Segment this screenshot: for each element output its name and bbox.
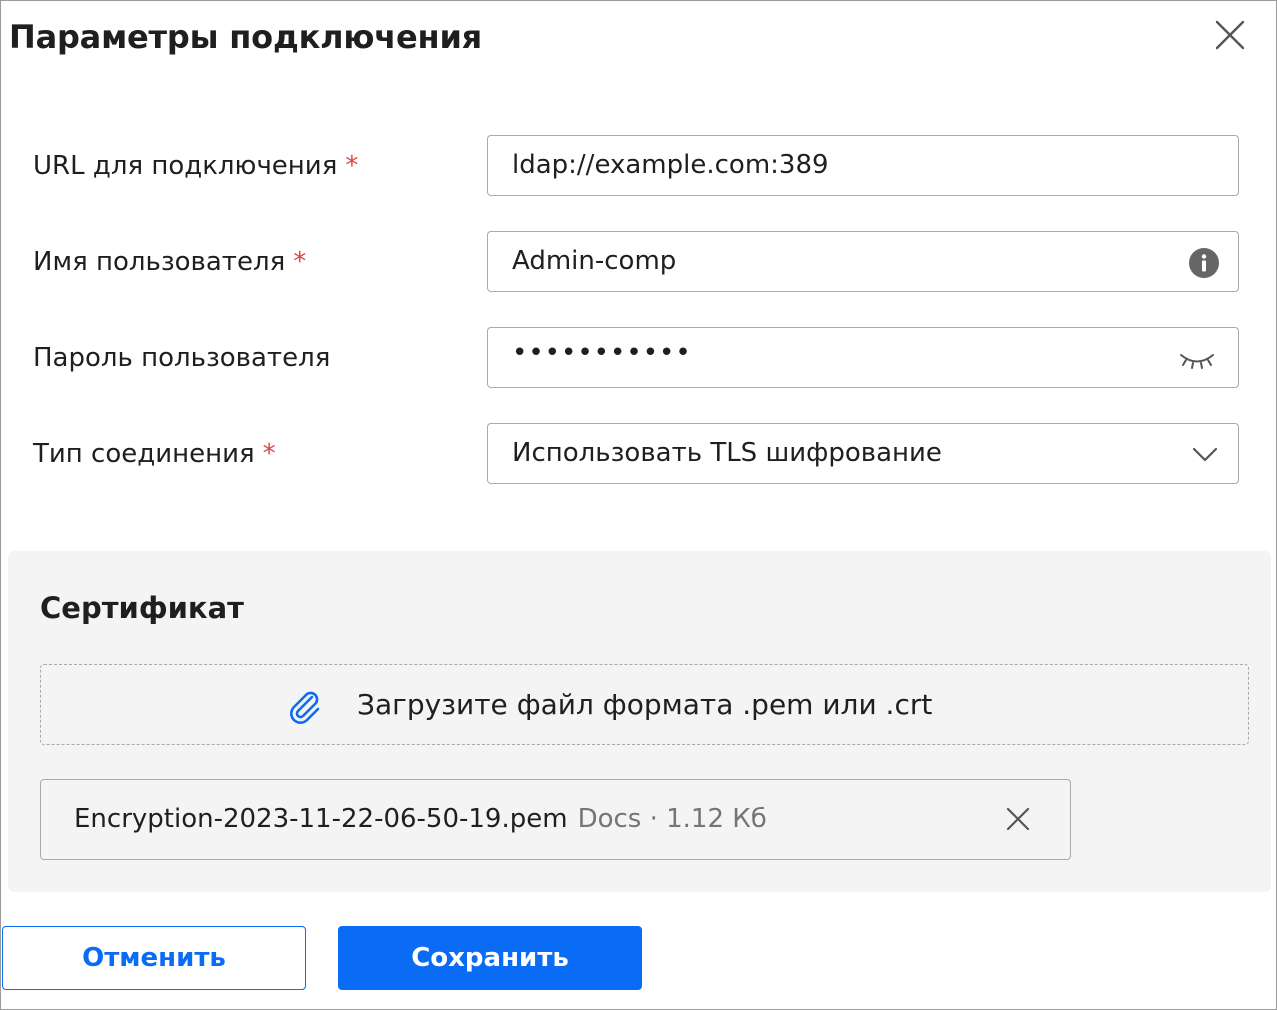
certificate-panel: Сертификат Загрузите файл формата .pem и… — [8, 551, 1271, 892]
file-name: Encryption-2023-11-22-06-50-19.pem — [74, 804, 568, 834]
username-label: Имя пользователя * — [33, 245, 306, 279]
connection-settings-dialog: Параметры подключения URL для подключени… — [0, 0, 1277, 1010]
url-input[interactable]: ldap://example.com:389 — [487, 135, 1239, 196]
required-mark: * — [262, 439, 276, 469]
password-label-text: Пароль пользователя — [33, 343, 331, 373]
save-button[interactable]: Сохранить — [338, 926, 642, 990]
connection-type-selected: Использовать TLS шифрование — [512, 438, 942, 468]
close-icon — [1215, 20, 1245, 50]
paperclip-icon — [285, 687, 323, 725]
url-label-text: URL для подключения — [33, 151, 338, 181]
connection-type-label-text: Тип соединения — [33, 439, 255, 469]
eye-closed-icon[interactable] — [1178, 346, 1216, 372]
close-button[interactable] — [1213, 18, 1247, 52]
certificate-title: Сертификат — [40, 591, 244, 625]
connection-type-label: Тип соединения * — [33, 437, 276, 471]
username-label-text: Имя пользователя — [33, 247, 286, 277]
uploaded-file-item: Encryption-2023-11-22-06-50-19.pem Docs ·… — [40, 779, 1071, 860]
cancel-button[interactable]: Отменить — [2, 926, 306, 990]
remove-file-button[interactable] — [1003, 804, 1033, 834]
password-label: Пароль пользователя — [33, 341, 330, 375]
password-input-value: ••••••••••• — [512, 338, 692, 368]
certificate-upload-dropzone[interactable]: Загрузите файл формата .pem или .crt — [40, 664, 1249, 745]
url-label: URL для подключения * — [33, 149, 358, 183]
connection-type-select[interactable]: Использовать TLS шифрование — [487, 423, 1239, 484]
close-icon — [1006, 807, 1030, 831]
username-input-value: Admin-comp — [512, 246, 677, 276]
file-meta: Docs · 1.12 Кб — [577, 804, 767, 834]
url-input-value: ldap://example.com:389 — [512, 150, 829, 180]
dialog-title: Параметры подключения — [9, 18, 483, 56]
required-mark: * — [293, 247, 307, 277]
file-info: Encryption-2023-11-22-06-50-19.pem Docs ·… — [74, 802, 767, 836]
password-input[interactable]: ••••••••••• — [487, 327, 1239, 388]
required-mark: * — [345, 151, 359, 181]
info-icon[interactable] — [1188, 247, 1220, 279]
username-input[interactable]: Admin-comp — [487, 231, 1239, 292]
upload-text: Загрузите файл формата .pem или .crt — [357, 688, 933, 721]
chevron-down-icon[interactable] — [1190, 442, 1220, 466]
